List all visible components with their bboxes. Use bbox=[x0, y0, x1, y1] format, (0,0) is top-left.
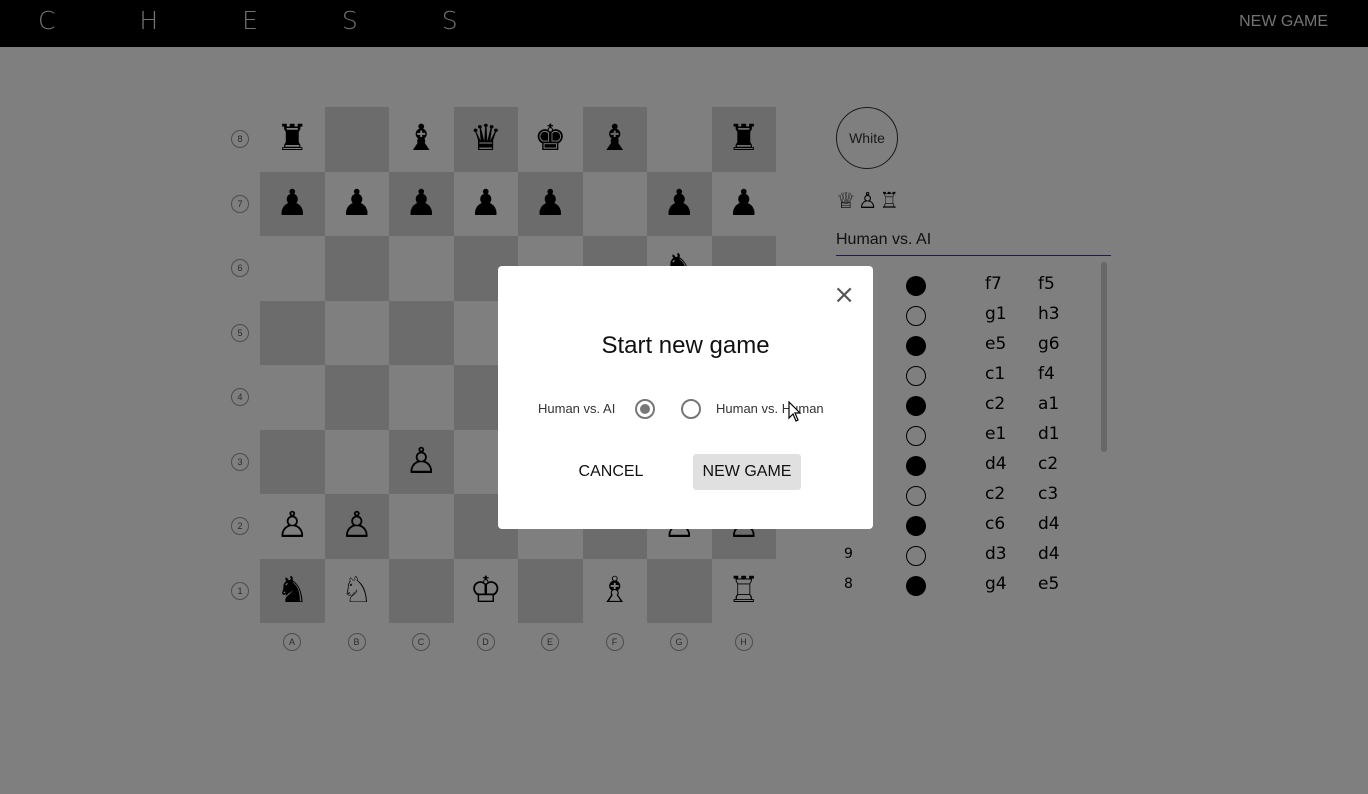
new-game-button[interactable]: NEW GAME bbox=[693, 454, 801, 490]
option-ai-radio[interactable] bbox=[635, 399, 655, 419]
new-game-dialog: × Start new game Human vs. AI Human vs. … bbox=[498, 266, 873, 529]
option-human-label[interactable]: Human vs. Human bbox=[716, 401, 824, 416]
cancel-button[interactable]: CANCEL bbox=[570, 454, 652, 490]
close-icon[interactable]: × bbox=[833, 282, 855, 308]
mouse-cursor-icon bbox=[788, 401, 802, 422]
dialog-title: Start new game bbox=[601, 332, 770, 359]
option-human-radio[interactable] bbox=[681, 399, 701, 419]
option-ai-label[interactable]: Human vs. AI bbox=[538, 401, 615, 416]
